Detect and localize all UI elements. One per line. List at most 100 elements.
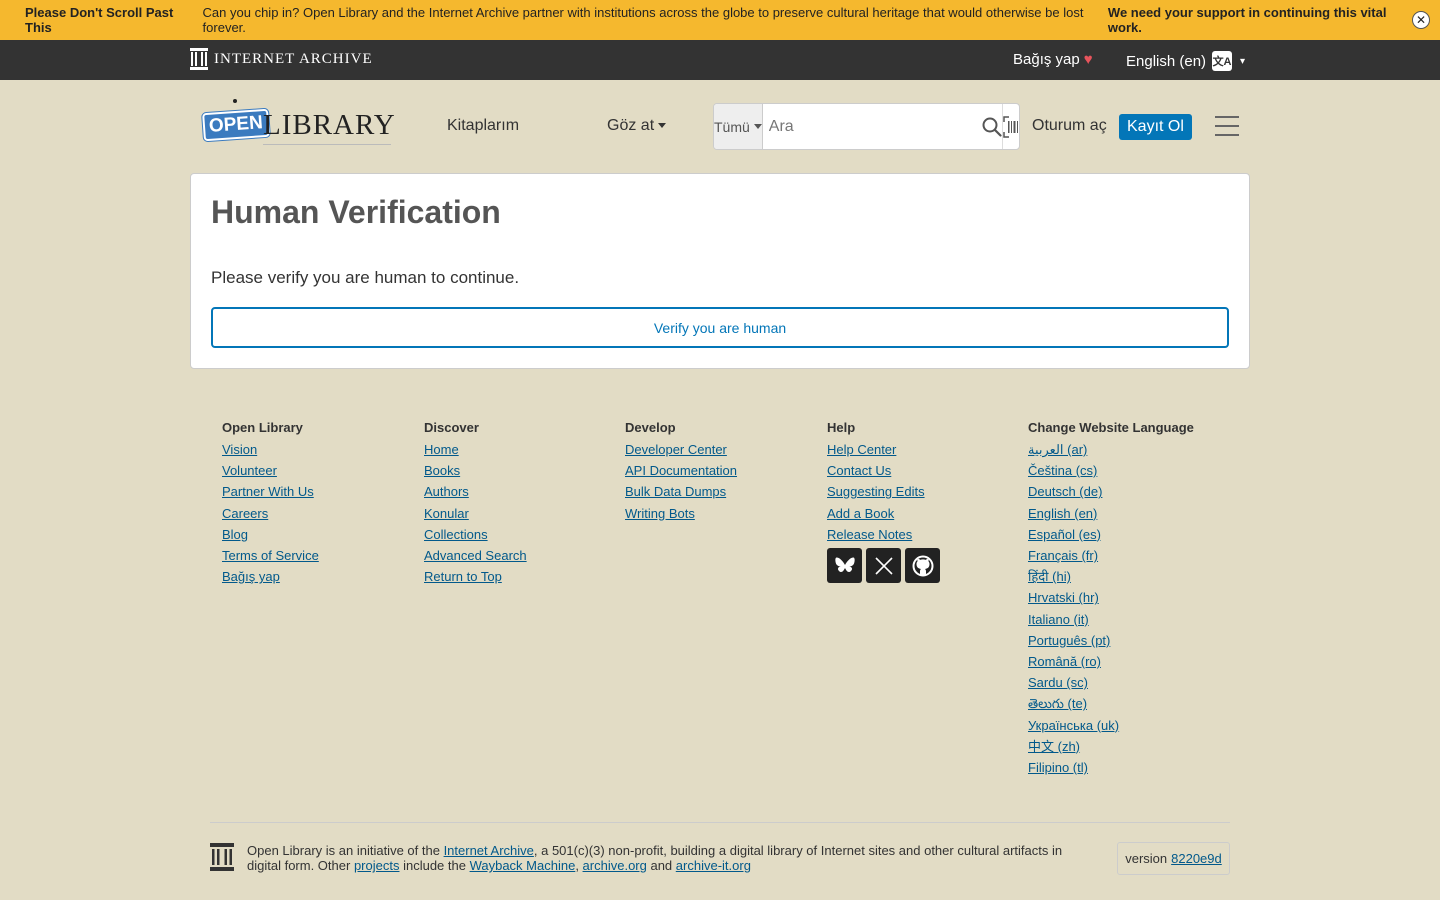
footer-link[interactable]: Terms of Service	[222, 545, 319, 566]
footer-link[interactable]: Collections	[424, 524, 527, 545]
footer-link[interactable]: Books	[424, 460, 527, 481]
footer-col-language: Change Website Language العربية (ar) Češti…	[1028, 420, 1194, 778]
search-input[interactable]	[762, 104, 982, 149]
footer-link[interactable]: Suggesting Edits	[827, 481, 940, 502]
internet-archive-logo[interactable]: INTERNET ARCHIVE	[190, 48, 373, 70]
donate-link[interactable]: Bağış yap ♥	[1013, 51, 1093, 68]
hamburger-menu-icon[interactable]	[1215, 116, 1239, 136]
footer-link[interactable]: Español (es)	[1028, 524, 1194, 545]
heart-icon: ♥	[1083, 51, 1093, 68]
login-link[interactable]: Oturum aç	[1032, 117, 1107, 135]
footer-link[interactable]: తెలుగు (te)	[1028, 693, 1194, 714]
footer-link[interactable]: Português (pt)	[1028, 630, 1194, 651]
footer-link[interactable]: Blog	[222, 524, 319, 545]
banner-text: Can you chip in? Open Library and the In…	[202, 5, 1084, 35]
footer-col-open-library: Open Library Vision Volunteer Partner With …	[222, 420, 319, 587]
footer-link[interactable]: Čeština (cs)	[1028, 460, 1194, 481]
archive-it-link[interactable]: archive-it.org	[676, 858, 751, 873]
version-hash-link[interactable]: 8220e9d	[1171, 851, 1222, 866]
footer-link[interactable]: Developer Center	[625, 439, 737, 460]
footer-link[interactable]: API Documentation	[625, 460, 737, 481]
close-icon[interactable]: ✕	[1412, 11, 1430, 29]
open-library-logo[interactable]: OPEN LIBRARY	[202, 97, 395, 147]
footer-about-text: Open Library is an initiative of the Int…	[247, 843, 1077, 873]
logo-open: OPEN	[202, 108, 270, 142]
language-selector[interactable]: English (en) 文A ▾	[1126, 51, 1245, 71]
logo-dot	[233, 99, 237, 103]
footer-link[interactable]: Konular	[424, 503, 527, 524]
archive-building-icon	[210, 843, 234, 871]
my-books-link[interactable]: Kitaplarım	[447, 117, 519, 135]
verification-message: Please verify you are human to continue.	[211, 268, 520, 287]
footer-link[interactable]: Add a Book	[827, 503, 940, 524]
footer-link[interactable]: Filipino (tl)	[1028, 757, 1194, 778]
browse-menu[interactable]: Göz at	[607, 117, 667, 135]
donate-label: Bağış yap	[1013, 51, 1080, 68]
signup-button[interactable]: Kayıt Ol	[1119, 114, 1192, 140]
projects-link[interactable]: projects	[354, 858, 400, 873]
bluesky-icon[interactable]	[827, 548, 862, 584]
wayback-machine-link[interactable]: Wayback Machine	[470, 858, 576, 873]
footer-link[interactable]: العربية (ar)	[1028, 439, 1194, 460]
footer-link[interactable]: Contact Us	[827, 460, 940, 481]
chevron-down-icon	[753, 124, 762, 129]
footer-link[interactable]: Return to Top	[424, 566, 527, 587]
verify-human-button[interactable]: Verify you are human	[211, 307, 1229, 348]
logo-underline	[263, 144, 391, 145]
footer-link[interactable]: Release Notes	[827, 524, 940, 545]
footer-text-part: and	[646, 858, 676, 873]
search-scope-label: Tümü	[714, 118, 750, 135]
footer-link[interactable]: Bulk Data Dumps	[625, 481, 737, 502]
footer-link[interactable]: Hrvatski (hr)	[1028, 587, 1194, 608]
footer-col-help: Help Help Center Contact Us Suggesting Edit…	[827, 420, 940, 584]
internet-archive-label: INTERNET ARCHIVE	[214, 50, 373, 67]
social-links	[827, 548, 940, 584]
footer-link[interactable]: Authors	[424, 481, 527, 502]
github-icon[interactable]	[905, 548, 940, 584]
version-badge: version 8220e9d	[1117, 842, 1230, 875]
barcode-scanner-button[interactable]	[1001, 104, 1019, 149]
footer-link[interactable]: Italiano (it)	[1028, 609, 1194, 630]
footer-column-title: Help	[827, 420, 856, 435]
archive-building-icon	[190, 48, 208, 70]
footer-link[interactable]: Help Center	[827, 439, 940, 460]
footer-column-title: Develop	[625, 420, 676, 435]
footer-link[interactable]: Advanced Search	[424, 545, 527, 566]
version-label: version	[1125, 851, 1168, 866]
footer-column-title: Discover	[424, 420, 479, 435]
footer-link[interactable]: Vision	[222, 439, 319, 460]
banner-bold-text: Please Don't Scroll Past This	[25, 5, 174, 35]
footer-link[interactable]: Bağış yap	[222, 566, 319, 587]
footer-column-title: Open Library	[222, 420, 303, 435]
search-button[interactable]	[982, 104, 1002, 149]
footer-link[interactable]: Українська (uk)	[1028, 715, 1194, 736]
translate-icon: 文A	[1212, 51, 1233, 71]
footer-column-title: Change Website Language	[1028, 420, 1194, 435]
footer-link[interactable]: Partner With Us	[222, 481, 319, 502]
footer-link[interactable]: Français (fr)	[1028, 545, 1194, 566]
language-label: English (en)	[1126, 52, 1207, 70]
footer-link[interactable]: Deutsch (de)	[1028, 481, 1194, 502]
footer-link[interactable]: Sardu (sc)	[1028, 672, 1194, 693]
footer-link[interactable]: Home	[424, 439, 527, 460]
footer-col-develop: Develop Developer Center API Documentation…	[625, 420, 737, 524]
verification-card: Human Verification Please verify you are…	[190, 173, 1250, 369]
chevron-down-icon	[658, 123, 667, 129]
x-icon[interactable]	[866, 548, 901, 584]
footer-link[interactable]: Volunteer	[222, 460, 319, 481]
barcode-icon	[1003, 115, 1018, 138]
footer-link[interactable]: 中文 (zh)	[1028, 736, 1194, 757]
browse-label: Göz at	[607, 117, 655, 134]
banner-strong-text: We need your support in continuing this …	[1107, 5, 1387, 35]
footer-text-part: ,	[575, 858, 583, 873]
footer-link[interactable]: English (en)	[1028, 503, 1194, 524]
footer-link[interactable]: Careers	[222, 503, 319, 524]
internet-archive-link[interactable]: Internet Archive	[444, 843, 534, 858]
footer-text-part: Open Library is an initiative of the	[247, 843, 444, 858]
archive-org-link[interactable]: archive.org	[583, 858, 647, 873]
footer-link[interactable]: Română (ro)	[1028, 651, 1194, 672]
search-scope-dropdown[interactable]: Tümü	[714, 104, 763, 149]
footer-link[interactable]: Writing Bots	[625, 503, 737, 524]
page-title: Human Verification	[211, 194, 501, 230]
footer-link[interactable]: हिंदी (hi)	[1028, 566, 1194, 587]
